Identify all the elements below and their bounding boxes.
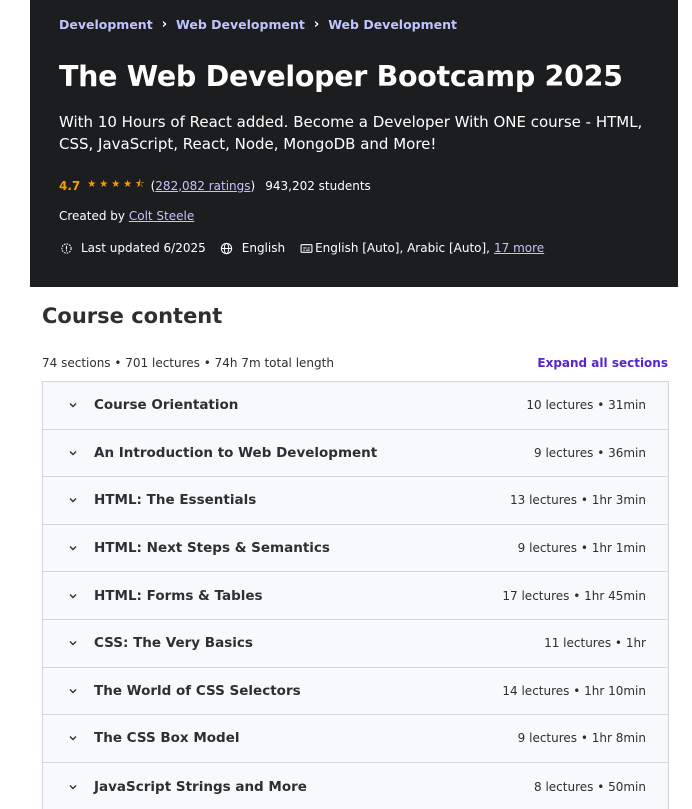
chevron-down-icon: [67, 447, 79, 459]
section-meta: 9 lectures • 36min: [534, 445, 646, 460]
created-by: Created by Colt Steele: [59, 209, 194, 223]
chevron-down-icon: [67, 494, 79, 506]
ratings-count-link[interactable]: 282,082 ratings: [155, 179, 250, 193]
chevron-down-icon: [67, 732, 79, 744]
students-count: 943,202 students: [265, 178, 371, 193]
section-html-forms-tables[interactable]: HTML: Forms & Tables 17 lectures • 1hr 4…: [43, 572, 668, 620]
curriculum-sections: Course Orientation 10 lectures • 31min A…: [42, 381, 669, 809]
chevron-down-icon: [67, 399, 79, 411]
rating-score: 4.7: [59, 178, 81, 193]
course-title: The Web Developer Bootcamp 2025: [59, 60, 623, 93]
course-meta: Last updated 6/2025 English English [Aut…: [59, 241, 544, 255]
section-javascript-strings[interactable]: JavaScript Strings and More 8 lectures •…: [43, 762, 668, 809]
section-meta: 10 lectures • 31min: [526, 398, 646, 413]
section-css-basics[interactable]: CSS: The Very Basics 11 lectures • 1hr: [43, 619, 668, 668]
section-title: CSS: The Very Basics: [94, 635, 253, 652]
chevron-down-icon: [67, 685, 79, 697]
chevron-right-icon: ›: [161, 17, 168, 32]
course-subtitle: With 10 Hours of React added. Become a D…: [59, 113, 643, 153]
section-title: The World of CSS Selectors: [94, 682, 301, 699]
globe-icon: [220, 241, 234, 255]
last-updated: Last updated 6/2025: [81, 241, 206, 255]
chevron-down-icon: [67, 637, 79, 649]
chevron-down-icon: [67, 542, 79, 554]
section-css-selectors[interactable]: The World of CSS Selectors 14 lectures •…: [43, 667, 668, 716]
more-captions-link[interactable]: 17 more: [494, 241, 544, 255]
course-content-summary: 74 sections • 701 lectures • 74h 7m tota…: [42, 356, 334, 370]
section-html-next-steps[interactable]: HTML: Next Steps & Semantics 9 lectures …: [43, 524, 668, 573]
closed-captions-icon: [299, 241, 313, 255]
expand-all-sections-button[interactable]: Expand all sections: [537, 356, 668, 370]
captions-languages: English [Auto], Arabic [Auto],: [315, 241, 490, 255]
breadcrumb: Development › Web Development › Web Deve…: [59, 17, 457, 32]
section-course-orientation[interactable]: Course Orientation 10 lectures • 31min: [43, 382, 668, 430]
section-css-box-model[interactable]: The CSS Box Model 9 lectures • 1hr 8min: [43, 715, 668, 763]
section-title: The CSS Box Model: [94, 730, 240, 747]
breadcrumb-link-web-development[interactable]: Web Development: [176, 17, 305, 32]
section-intro-web-development[interactable]: An Introduction to Web Development 9 lec…: [43, 429, 668, 478]
section-html-essentials[interactable]: HTML: The Essentials 13 lectures • 1hr 3…: [43, 477, 668, 525]
alert-badge-icon: [59, 241, 73, 255]
section-title: Course Orientation: [94, 397, 239, 414]
breadcrumb-link-web-development-topic[interactable]: Web Development: [328, 17, 457, 32]
breadcrumb-link-development[interactable]: Development: [59, 17, 153, 32]
rating-row: 4.7 ★★★★⯪ ( 282,082 ratings ) 943,202 st…: [59, 177, 371, 194]
section-title: HTML: The Essentials: [94, 492, 257, 509]
ratings-close-paren: ): [250, 178, 256, 193]
section-meta: 13 lectures • 1hr 3min: [510, 493, 646, 508]
section-meta: 9 lectures • 1hr 1min: [517, 541, 646, 556]
section-title: HTML: Forms & Tables: [94, 587, 263, 604]
course-hero: Development › Web Development › Web Deve…: [30, 0, 678, 287]
star-rating-icon: ★★★★⯪: [87, 179, 148, 190]
chevron-right-icon: ›: [313, 17, 320, 32]
course-content-heading: Course content: [42, 304, 223, 328]
section-title: JavaScript Strings and More: [94, 778, 307, 795]
section-meta: 11 lectures • 1hr: [544, 636, 646, 651]
section-meta: 8 lectures • 50min: [534, 779, 646, 794]
chevron-down-icon: [67, 781, 79, 793]
chevron-down-icon: [67, 590, 79, 602]
section-meta: 9 lectures • 1hr 8min: [517, 731, 646, 746]
created-by-label: Created by: [59, 209, 126, 223]
section-meta: 14 lectures • 1hr 10min: [502, 683, 646, 698]
instructor-link[interactable]: Colt Steele: [129, 209, 194, 223]
section-meta: 17 lectures • 1hr 45min: [502, 588, 646, 603]
section-title: An Introduction to Web Development: [94, 444, 378, 461]
course-language: English: [241, 241, 286, 255]
section-title: HTML: Next Steps & Semantics: [94, 540, 330, 557]
